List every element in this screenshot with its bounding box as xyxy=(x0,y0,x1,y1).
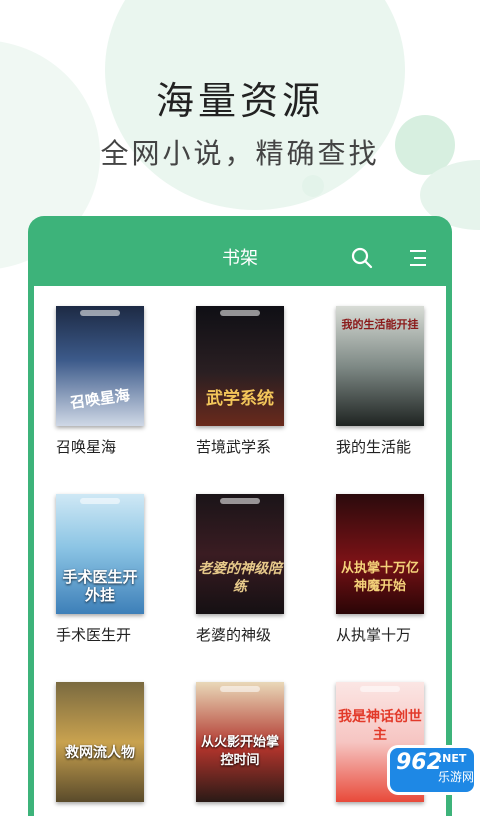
book-cover[interactable]: 手术医生开外挂 xyxy=(56,494,144,614)
book-title: 苦境武学系 xyxy=(196,438,272,456)
cover-title: 从执掌十万亿神魔开始 xyxy=(340,561,419,594)
book-title: 老婆的神级 xyxy=(196,626,272,644)
publisher-badge xyxy=(80,310,120,316)
decor-circle xyxy=(302,175,324,197)
book-cover[interactable]: 老婆的神级陪练 xyxy=(196,494,284,614)
cover-title: 我是神话创世主 xyxy=(338,709,422,743)
menu-icon[interactable] xyxy=(406,246,430,270)
book-cover[interactable]: 武学系统 xyxy=(196,306,284,426)
book-cover[interactable]: 救网流人物 xyxy=(56,682,144,802)
watermark-number: 962 xyxy=(396,750,442,775)
book-cover[interactable]: 从火影开始掌控时间 xyxy=(196,682,284,802)
cover-title: 我的生活能开挂 xyxy=(341,318,419,331)
phone-frame: 书架 召唤星海 召唤星海 武学系统 苦境武学系 我的生活能开挂 我的生活能 手术… xyxy=(28,216,452,816)
book-cover[interactable]: 从执掌十万亿神魔开始 xyxy=(336,494,424,614)
book-title: 手术医生开 xyxy=(56,626,132,644)
watermark-logo: 962 .NET 乐游网 xyxy=(390,748,474,792)
app-bar: 书架 xyxy=(28,216,452,286)
cover-title: 武学系统 xyxy=(206,389,274,409)
book-title: 召唤星海 xyxy=(56,438,117,456)
cover-title: 老婆的神级陪练 xyxy=(198,561,282,595)
hero-title: 海量资源 xyxy=(155,79,324,123)
bookshelf: 召唤星海 召唤星海 武学系统 苦境武学系 我的生活能开挂 我的生活能 手术医生开… xyxy=(34,286,446,816)
book-cover[interactable]: 我的生活能开挂 xyxy=(336,306,424,426)
app-bar-title: 书架 xyxy=(222,248,258,269)
cover-title: 从火影开始掌控时间 xyxy=(200,735,279,768)
cover-title: 召唤星海 xyxy=(69,385,131,413)
publisher-badge xyxy=(360,686,400,692)
search-icon[interactable] xyxy=(350,246,374,270)
book-cover[interactable]: 召唤星海 xyxy=(56,306,144,426)
publisher-badge xyxy=(220,498,260,504)
publisher-badge xyxy=(220,686,260,692)
book-title: 我的生活能 xyxy=(336,438,412,456)
cover-title: 救网流人物 xyxy=(65,745,135,761)
watermark-net: .NET xyxy=(438,752,467,765)
hero-subtitle: 全网小说，精确查找 xyxy=(100,137,380,170)
cover-title: 手术医生开外挂 xyxy=(62,568,138,604)
publisher-badge xyxy=(220,310,260,316)
publisher-badge xyxy=(80,498,120,504)
watermark-label: 乐游网 xyxy=(438,770,475,784)
book-title: 从执掌十万 xyxy=(336,626,412,644)
